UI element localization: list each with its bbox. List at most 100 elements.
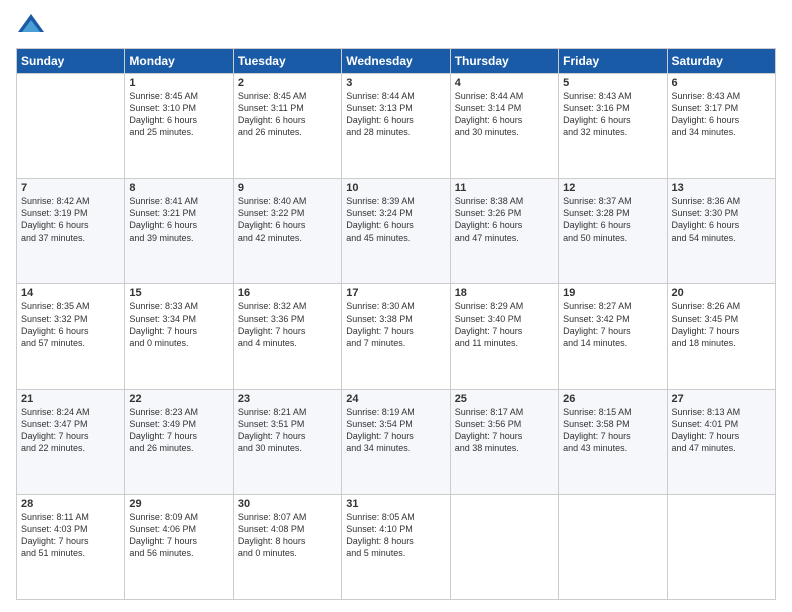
day-info: Sunrise: 8:27 AMSunset: 3:42 PMDaylight:… [563, 300, 662, 349]
day-number: 24 [346, 393, 445, 405]
day-number: 2 [238, 77, 337, 89]
day-cell: 9Sunrise: 8:40 AMSunset: 3:22 PMDaylight… [233, 179, 341, 284]
day-cell: 27Sunrise: 8:13 AMSunset: 4:01 PMDayligh… [667, 389, 775, 494]
day-number: 20 [672, 287, 771, 299]
day-number: 13 [672, 182, 771, 194]
day-number: 10 [346, 182, 445, 194]
day-info: Sunrise: 8:44 AMSunset: 3:14 PMDaylight:… [455, 90, 554, 139]
day-cell: 2Sunrise: 8:45 AMSunset: 3:11 PMDaylight… [233, 74, 341, 179]
day-number: 31 [346, 498, 445, 510]
day-cell: 20Sunrise: 8:26 AMSunset: 3:45 PMDayligh… [667, 284, 775, 389]
day-info: Sunrise: 8:45 AMSunset: 3:10 PMDaylight:… [129, 90, 228, 139]
day-cell: 1Sunrise: 8:45 AMSunset: 3:10 PMDaylight… [125, 74, 233, 179]
day-cell: 24Sunrise: 8:19 AMSunset: 3:54 PMDayligh… [342, 389, 450, 494]
day-cell: 11Sunrise: 8:38 AMSunset: 3:26 PMDayligh… [450, 179, 558, 284]
weekday-header-sunday: Sunday [17, 49, 125, 74]
day-info: Sunrise: 8:39 AMSunset: 3:24 PMDaylight:… [346, 195, 445, 244]
day-number: 18 [455, 287, 554, 299]
header [16, 12, 776, 42]
day-info: Sunrise: 8:26 AMSunset: 3:45 PMDaylight:… [672, 300, 771, 349]
day-info: Sunrise: 8:37 AMSunset: 3:28 PMDaylight:… [563, 195, 662, 244]
day-info: Sunrise: 8:13 AMSunset: 4:01 PMDaylight:… [672, 406, 771, 455]
day-cell: 17Sunrise: 8:30 AMSunset: 3:38 PMDayligh… [342, 284, 450, 389]
day-cell: 26Sunrise: 8:15 AMSunset: 3:58 PMDayligh… [559, 389, 667, 494]
day-cell: 31Sunrise: 8:05 AMSunset: 4:10 PMDayligh… [342, 494, 450, 599]
day-number: 5 [563, 77, 662, 89]
day-cell: 28Sunrise: 8:11 AMSunset: 4:03 PMDayligh… [17, 494, 125, 599]
day-cell: 22Sunrise: 8:23 AMSunset: 3:49 PMDayligh… [125, 389, 233, 494]
day-cell: 5Sunrise: 8:43 AMSunset: 3:16 PMDaylight… [559, 74, 667, 179]
week-row-5: 28Sunrise: 8:11 AMSunset: 4:03 PMDayligh… [17, 494, 776, 599]
day-info: Sunrise: 8:17 AMSunset: 3:56 PMDaylight:… [455, 406, 554, 455]
day-info: Sunrise: 8:05 AMSunset: 4:10 PMDaylight:… [346, 511, 445, 560]
day-cell: 18Sunrise: 8:29 AMSunset: 3:40 PMDayligh… [450, 284, 558, 389]
day-info: Sunrise: 8:35 AMSunset: 3:32 PMDaylight:… [21, 300, 120, 349]
day-cell [17, 74, 125, 179]
day-info: Sunrise: 8:30 AMSunset: 3:38 PMDaylight:… [346, 300, 445, 349]
day-number: 28 [21, 498, 120, 510]
day-info: Sunrise: 8:38 AMSunset: 3:26 PMDaylight:… [455, 195, 554, 244]
week-row-3: 14Sunrise: 8:35 AMSunset: 3:32 PMDayligh… [17, 284, 776, 389]
day-number: 17 [346, 287, 445, 299]
day-info: Sunrise: 8:32 AMSunset: 3:36 PMDaylight:… [238, 300, 337, 349]
day-cell [450, 494, 558, 599]
day-number: 7 [21, 182, 120, 194]
logo [16, 12, 50, 42]
day-cell: 7Sunrise: 8:42 AMSunset: 3:19 PMDaylight… [17, 179, 125, 284]
day-info: Sunrise: 8:19 AMSunset: 3:54 PMDaylight:… [346, 406, 445, 455]
day-info: Sunrise: 8:24 AMSunset: 3:47 PMDaylight:… [21, 406, 120, 455]
day-number: 8 [129, 182, 228, 194]
calendar-table: SundayMondayTuesdayWednesdayThursdayFrid… [16, 48, 776, 600]
weekday-header-saturday: Saturday [667, 49, 775, 74]
day-cell: 19Sunrise: 8:27 AMSunset: 3:42 PMDayligh… [559, 284, 667, 389]
weekday-header-row: SundayMondayTuesdayWednesdayThursdayFrid… [17, 49, 776, 74]
day-info: Sunrise: 8:40 AMSunset: 3:22 PMDaylight:… [238, 195, 337, 244]
day-info: Sunrise: 8:36 AMSunset: 3:30 PMDaylight:… [672, 195, 771, 244]
day-info: Sunrise: 8:15 AMSunset: 3:58 PMDaylight:… [563, 406, 662, 455]
day-info: Sunrise: 8:43 AMSunset: 3:17 PMDaylight:… [672, 90, 771, 139]
day-number: 15 [129, 287, 228, 299]
day-cell: 15Sunrise: 8:33 AMSunset: 3:34 PMDayligh… [125, 284, 233, 389]
day-cell: 3Sunrise: 8:44 AMSunset: 3:13 PMDaylight… [342, 74, 450, 179]
day-number: 14 [21, 287, 120, 299]
day-cell [559, 494, 667, 599]
day-cell: 8Sunrise: 8:41 AMSunset: 3:21 PMDaylight… [125, 179, 233, 284]
day-info: Sunrise: 8:11 AMSunset: 4:03 PMDaylight:… [21, 511, 120, 560]
day-number: 29 [129, 498, 228, 510]
weekday-header-wednesday: Wednesday [342, 49, 450, 74]
day-number: 19 [563, 287, 662, 299]
day-number: 1 [129, 77, 228, 89]
day-info: Sunrise: 8:44 AMSunset: 3:13 PMDaylight:… [346, 90, 445, 139]
day-number: 6 [672, 77, 771, 89]
day-number: 25 [455, 393, 554, 405]
day-info: Sunrise: 8:45 AMSunset: 3:11 PMDaylight:… [238, 90, 337, 139]
day-number: 26 [563, 393, 662, 405]
day-number: 11 [455, 182, 554, 194]
day-cell: 23Sunrise: 8:21 AMSunset: 3:51 PMDayligh… [233, 389, 341, 494]
day-number: 22 [129, 393, 228, 405]
day-number: 23 [238, 393, 337, 405]
weekday-header-friday: Friday [559, 49, 667, 74]
week-row-4: 21Sunrise: 8:24 AMSunset: 3:47 PMDayligh… [17, 389, 776, 494]
day-info: Sunrise: 8:07 AMSunset: 4:08 PMDaylight:… [238, 511, 337, 560]
day-number: 30 [238, 498, 337, 510]
day-cell: 10Sunrise: 8:39 AMSunset: 3:24 PMDayligh… [342, 179, 450, 284]
day-number: 9 [238, 182, 337, 194]
day-cell: 21Sunrise: 8:24 AMSunset: 3:47 PMDayligh… [17, 389, 125, 494]
weekday-header-tuesday: Tuesday [233, 49, 341, 74]
day-info: Sunrise: 8:33 AMSunset: 3:34 PMDaylight:… [129, 300, 228, 349]
logo-icon [16, 12, 46, 42]
day-info: Sunrise: 8:23 AMSunset: 3:49 PMDaylight:… [129, 406, 228, 455]
day-number: 12 [563, 182, 662, 194]
day-cell: 4Sunrise: 8:44 AMSunset: 3:14 PMDaylight… [450, 74, 558, 179]
day-number: 21 [21, 393, 120, 405]
week-row-1: 1Sunrise: 8:45 AMSunset: 3:10 PMDaylight… [17, 74, 776, 179]
day-info: Sunrise: 8:29 AMSunset: 3:40 PMDaylight:… [455, 300, 554, 349]
day-cell: 30Sunrise: 8:07 AMSunset: 4:08 PMDayligh… [233, 494, 341, 599]
day-info: Sunrise: 8:42 AMSunset: 3:19 PMDaylight:… [21, 195, 120, 244]
calendar-page: SundayMondayTuesdayWednesdayThursdayFrid… [0, 0, 792, 612]
week-row-2: 7Sunrise: 8:42 AMSunset: 3:19 PMDaylight… [17, 179, 776, 284]
day-info: Sunrise: 8:09 AMSunset: 4:06 PMDaylight:… [129, 511, 228, 560]
day-cell: 25Sunrise: 8:17 AMSunset: 3:56 PMDayligh… [450, 389, 558, 494]
day-cell: 16Sunrise: 8:32 AMSunset: 3:36 PMDayligh… [233, 284, 341, 389]
